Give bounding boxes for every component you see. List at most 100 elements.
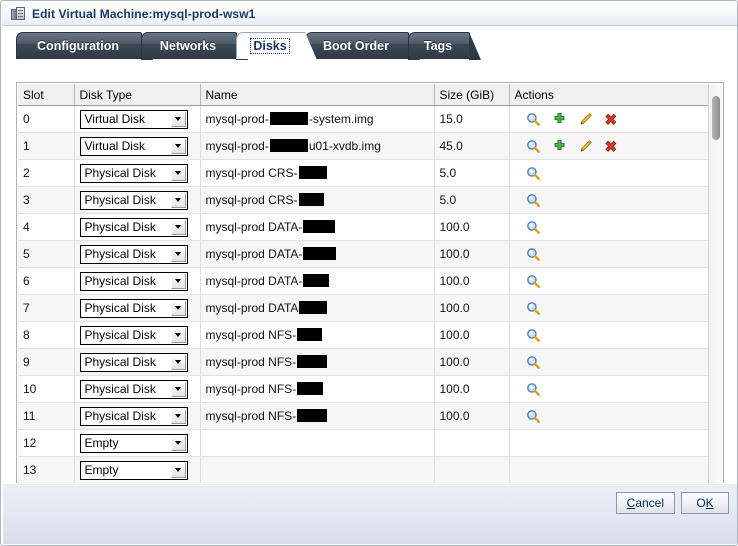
grid-vertical-scrollbar[interactable] <box>708 84 722 500</box>
ok-button[interactable]: OK <box>681 492 729 514</box>
disk-type-select[interactable]: Physical Disk <box>79 406 188 426</box>
delete-icon[interactable] <box>604 112 619 127</box>
tab-networks[interactable]: Networks <box>141 32 248 60</box>
table-row[interactable]: 4 Physical Disk mysql-prod DATA- 100.0 <box>18 213 710 241</box>
chevron-down-icon[interactable] <box>170 381 186 397</box>
chevron-down-icon[interactable] <box>170 462 186 478</box>
table-row[interactable]: 2 Physical Disk mysql-prod CRS- 5.0 <box>18 159 711 187</box>
disk-type-select[interactable]: Physical Disk <box>79 244 188 264</box>
chevron-down-icon[interactable] <box>170 192 186 208</box>
magnifier-icon[interactable] <box>526 355 541 370</box>
disk-type-select[interactable]: Physical Disk <box>79 298 188 318</box>
table-row[interactable]: 3 Physical Disk mysql-prod CRS- 5.0 <box>18 186 710 214</box>
add-icon[interactable] <box>552 139 567 154</box>
cell-slot: 12 <box>18 429 75 457</box>
disk-type-select[interactable]: Physical Disk <box>79 379 188 399</box>
chevron-down-icon[interactable] <box>170 165 186 181</box>
table-row[interactable]: 5 Physical Disk mysql-prod DATA- 100.0 <box>18 240 711 268</box>
delete-icon[interactable] <box>604 139 619 154</box>
tab-tags[interactable]: Tags <box>408 32 481 60</box>
redacted-block <box>299 301 328 314</box>
chevron-down-icon[interactable] <box>170 327 186 343</box>
cell-size: 100.0 <box>434 402 510 430</box>
disk-type-select[interactable]: Physical Disk <box>79 352 188 372</box>
column-header-name[interactable]: Name <box>200 84 435 106</box>
cell-name: mysql-prod NFS- <box>200 321 435 349</box>
magnifier-icon[interactable] <box>526 409 541 424</box>
redacted-block <box>303 247 337 260</box>
magnifier-icon[interactable] <box>526 139 541 154</box>
chevron-down-icon[interactable] <box>170 435 186 451</box>
disk-type-select[interactable]: Virtual Disk <box>79 136 188 156</box>
tab-boot-order[interactable]: Boot Order <box>305 32 420 60</box>
disk-type-value: Empty <box>84 436 119 450</box>
cell-slot: 1 <box>18 132 75 160</box>
table-row[interactable]: 12 Empty <box>18 429 710 457</box>
row-action-buttons <box>515 247 711 262</box>
cell-actions <box>509 402 710 430</box>
add-icon[interactable] <box>552 112 567 127</box>
cell-disk-type: Physical Disk <box>74 402 201 430</box>
disk-type-select[interactable]: Physical Disk <box>79 325 188 345</box>
table-row[interactable]: 0 Virtual Disk mysql-prod- -system.img 15.0 <box>18 105 710 133</box>
magnifier-icon[interactable] <box>526 328 541 343</box>
edit-pencil-icon[interactable] <box>578 139 593 154</box>
row-action-buttons <box>515 166 711 181</box>
cell-name: mysql-prod NFS- <box>200 375 435 403</box>
chevron-down-icon[interactable] <box>170 219 186 235</box>
cancel-button[interactable]: Cancel <box>615 492 675 514</box>
disk-type-select[interactable]: Empty <box>79 433 188 453</box>
table-row[interactable]: 9 Physical Disk mysql-prod NFS- 100.0 <box>18 348 710 376</box>
disk-type-select[interactable]: Virtual Disk <box>79 109 188 129</box>
table-row[interactable]: 8 Physical Disk mysql-prod NFS- 100.0 <box>18 321 710 349</box>
magnifier-icon[interactable] <box>526 247 541 262</box>
column-header-disk-type[interactable]: Disk Type <box>74 84 201 106</box>
chevron-down-icon[interactable] <box>170 273 186 289</box>
disk-name-prefix: mysql-prod CRS- <box>205 193 298 207</box>
disk-type-value: Physical Disk <box>84 301 156 315</box>
table-row[interactable]: 6 Physical Disk mysql-prod DATA- 100.0 <box>18 267 710 295</box>
cell-actions <box>509 159 711 187</box>
table-row[interactable]: 1 Virtual Disk mysql-prod-u01-xvdb.img 45.0 <box>18 132 710 160</box>
column-header-actions[interactable]: Actions <box>509 84 710 106</box>
tab-configuration[interactable]: Configuration <box>16 32 153 60</box>
table-row[interactable]: 10 Physical Disk mysql-prod NFS- 100.0 <box>18 375 710 403</box>
magnifier-icon[interactable] <box>526 112 541 127</box>
table-row[interactable]: 11 Physical Disk mysql-prod NFS- 100.0 <box>18 402 710 430</box>
magnifier-icon[interactable] <box>526 166 541 181</box>
chevron-down-icon[interactable] <box>170 138 186 154</box>
column-header-slot[interactable]: Slot <box>18 84 75 106</box>
tab-disks[interactable]: Disks <box>236 32 317 60</box>
chevron-down-icon[interactable] <box>170 300 186 316</box>
table-row[interactable]: 7 Physical Disk mysql-prod DATA 100.0 <box>18 294 710 322</box>
magnifier-icon[interactable] <box>526 274 541 289</box>
disk-name-prefix: mysql-prod NFS- <box>205 355 297 369</box>
disk-type-select[interactable]: Physical Disk <box>79 271 188 291</box>
disk-name-prefix: mysql-prod DATA- <box>205 220 303 234</box>
magnifier-icon[interactable] <box>526 301 541 316</box>
cell-name: mysql-prod CRS- <box>200 159 435 187</box>
grid-scrollbar-thumb[interactable] <box>712 96 720 140</box>
magnifier-icon[interactable] <box>526 382 541 397</box>
table-row[interactable]: 13 Empty <box>18 456 710 484</box>
edit-pencil-icon[interactable] <box>578 112 593 127</box>
chevron-down-icon[interactable] <box>170 246 186 262</box>
magnifier-icon[interactable] <box>526 220 541 235</box>
disk-type-select[interactable]: Empty <box>79 460 188 480</box>
disk-name-prefix: mysql-prod NFS- <box>205 409 297 423</box>
disk-type-select[interactable]: Physical Disk <box>79 163 188 183</box>
magnifier-icon[interactable] <box>526 193 541 208</box>
cell-disk-type: Physical Disk <box>74 267 201 295</box>
cell-size: 45.0 <box>434 132 510 160</box>
disk-type-select[interactable]: Physical Disk <box>79 217 188 237</box>
chevron-down-icon[interactable] <box>170 111 186 127</box>
tab-strip: Configuration Networks Disks Boot Order Tags <box>2 32 737 60</box>
chevron-down-icon[interactable] <box>170 354 186 370</box>
disk-type-select[interactable]: Physical Disk <box>79 190 188 210</box>
chevron-down-icon[interactable] <box>170 408 186 424</box>
cell-slot: 5 <box>18 240 75 268</box>
column-header-size[interactable]: Size (GiB) <box>434 84 510 106</box>
tab-label: Boot Order <box>323 39 389 53</box>
disk-type-value: Physical Disk <box>84 382 156 396</box>
disk-name-prefix: mysql-prod DATA- <box>205 274 303 288</box>
